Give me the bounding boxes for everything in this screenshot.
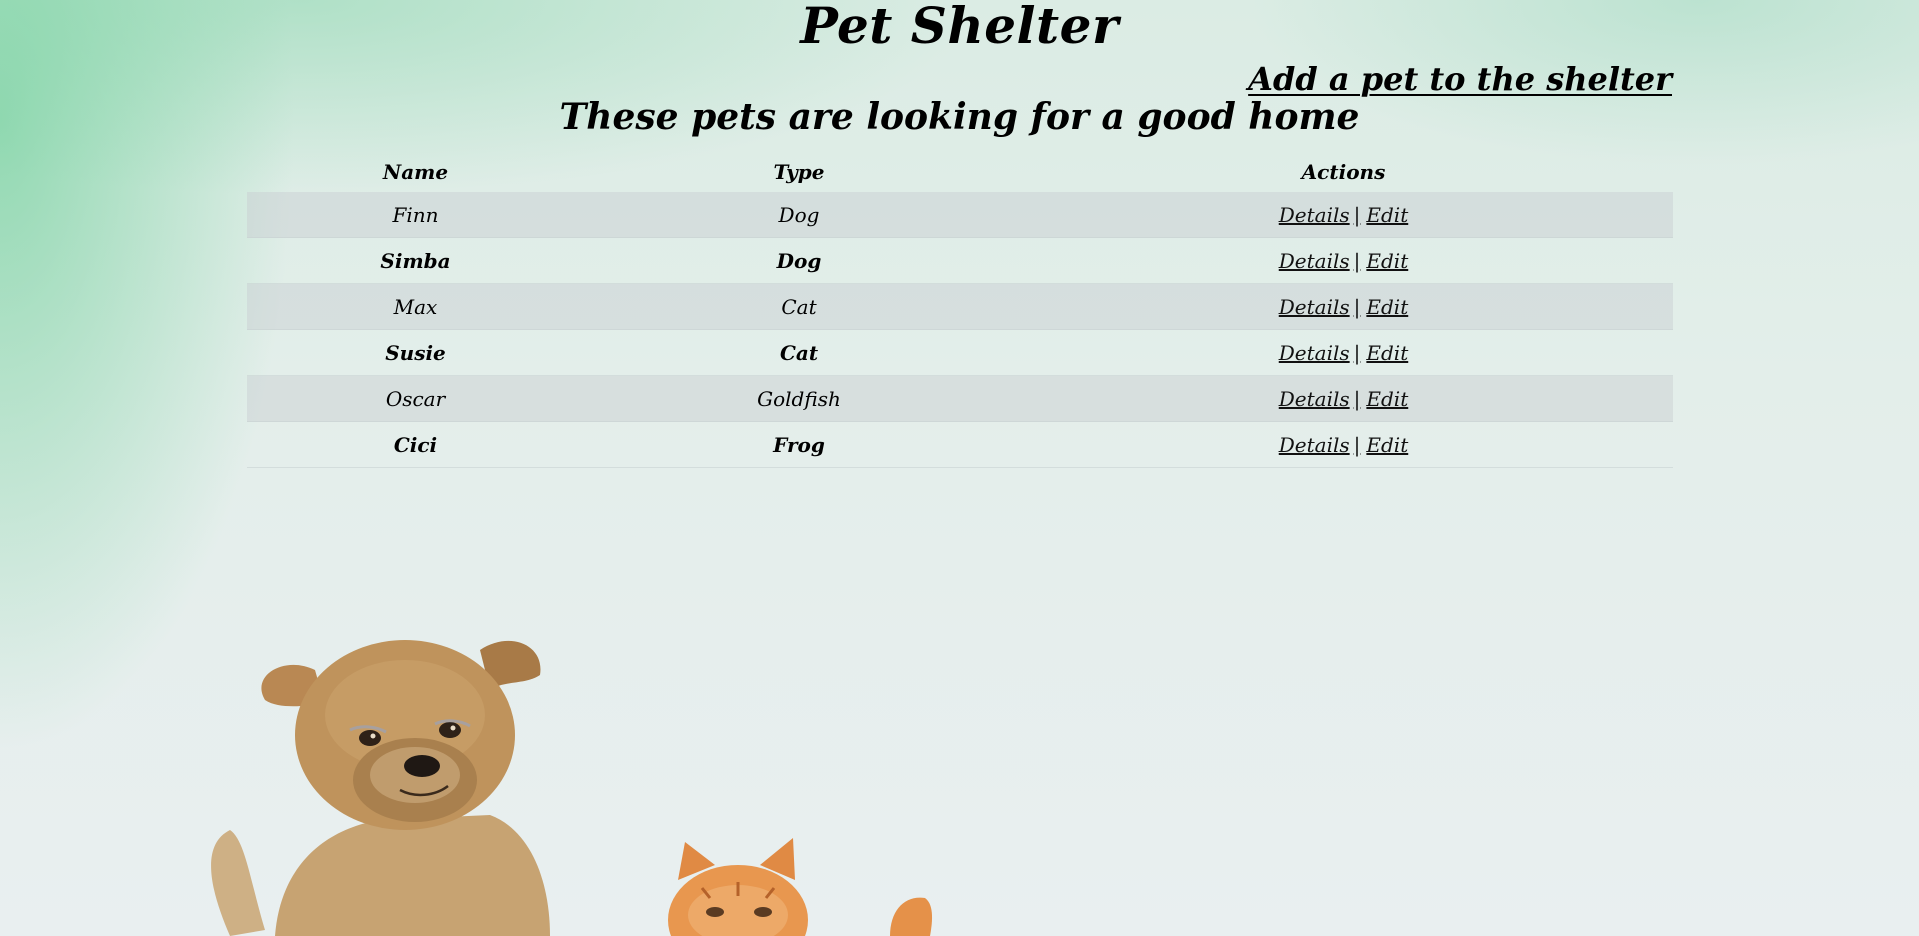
table-row: Finn Dog Details | Edit bbox=[247, 192, 1673, 238]
table-row: Susie Cat Details | Edit bbox=[247, 329, 1673, 376]
table-header-row: Name Type Actions bbox=[247, 152, 1673, 192]
pet-name: Max bbox=[247, 283, 584, 330]
pet-actions: Details | Edit bbox=[1014, 375, 1673, 422]
pet-actions: Details | Edit bbox=[1014, 329, 1673, 376]
details-link[interactable]: Details bbox=[1279, 341, 1350, 365]
table-row: Cici Frog Details | Edit bbox=[247, 421, 1673, 468]
pet-name: Simba bbox=[247, 237, 584, 284]
pet-type: Cat bbox=[584, 283, 1014, 330]
table-row: Oscar Goldfish Details | Edit bbox=[247, 375, 1673, 422]
table-row: Max Cat Details | Edit bbox=[247, 283, 1673, 330]
action-separator: | bbox=[1353, 294, 1361, 319]
pet-actions: Details | Edit bbox=[1014, 237, 1673, 284]
dog-left-eye bbox=[359, 730, 381, 746]
edit-link[interactable]: Edit bbox=[1366, 249, 1408, 273]
details-link[interactable]: Details bbox=[1279, 387, 1350, 411]
page-title: Pet Shelter bbox=[800, 0, 1119, 55]
pet-actions: Details | Edit bbox=[1014, 421, 1673, 468]
edit-link[interactable]: Edit bbox=[1366, 295, 1408, 319]
pet-type: Cat bbox=[584, 329, 1014, 376]
cat-paw bbox=[890, 897, 933, 936]
dog-tail bbox=[211, 830, 265, 936]
pet-type: Dog bbox=[584, 192, 1014, 238]
column-header-actions: Actions bbox=[1301, 160, 1386, 184]
action-separator: | bbox=[1353, 248, 1361, 273]
pet-actions: Details | Edit bbox=[1014, 192, 1673, 238]
details-link[interactable]: Details bbox=[1279, 295, 1350, 319]
pet-name: Susie bbox=[247, 329, 584, 376]
edit-link[interactable]: Edit bbox=[1366, 433, 1408, 457]
pet-actions: Details | Edit bbox=[1014, 283, 1673, 330]
edit-link[interactable]: Edit bbox=[1366, 203, 1408, 227]
column-header-type: Type bbox=[773, 160, 825, 184]
pet-type: Frog bbox=[584, 421, 1014, 468]
pet-type: Goldfish bbox=[584, 375, 1014, 422]
details-link[interactable]: Details bbox=[1279, 433, 1350, 457]
details-link[interactable]: Details bbox=[1279, 249, 1350, 273]
column-header-name: Name bbox=[382, 160, 449, 184]
table-row: Simba Dog Details | Edit bbox=[247, 237, 1673, 284]
pet-name: Oscar bbox=[247, 375, 584, 422]
action-separator: | bbox=[1353, 386, 1361, 411]
pet-name: Finn bbox=[247, 192, 584, 238]
pet-type: Dog bbox=[584, 237, 1014, 284]
page-subtitle: These pets are looking for a good home bbox=[559, 96, 1360, 138]
cat-right-eye bbox=[754, 907, 772, 917]
edit-link[interactable]: Edit bbox=[1366, 387, 1408, 411]
dog-right-eye bbox=[439, 722, 461, 738]
pet-name: Cici bbox=[247, 421, 584, 468]
edit-link[interactable]: Edit bbox=[1366, 341, 1408, 365]
action-separator: | bbox=[1353, 340, 1361, 365]
action-separator: | bbox=[1353, 202, 1361, 227]
add-pet-link[interactable]: Add a pet to the shelter bbox=[1248, 60, 1672, 98]
details-link[interactable]: Details bbox=[1279, 203, 1350, 227]
dog-body bbox=[275, 815, 550, 936]
dog-and-cat-illustration bbox=[211, 640, 933, 936]
dog-nose bbox=[404, 755, 440, 777]
action-separator: | bbox=[1353, 432, 1361, 457]
cat-left-eye bbox=[706, 907, 724, 917]
pets-table: Name Type Actions Finn Dog Details | Edit … bbox=[247, 152, 1673, 468]
